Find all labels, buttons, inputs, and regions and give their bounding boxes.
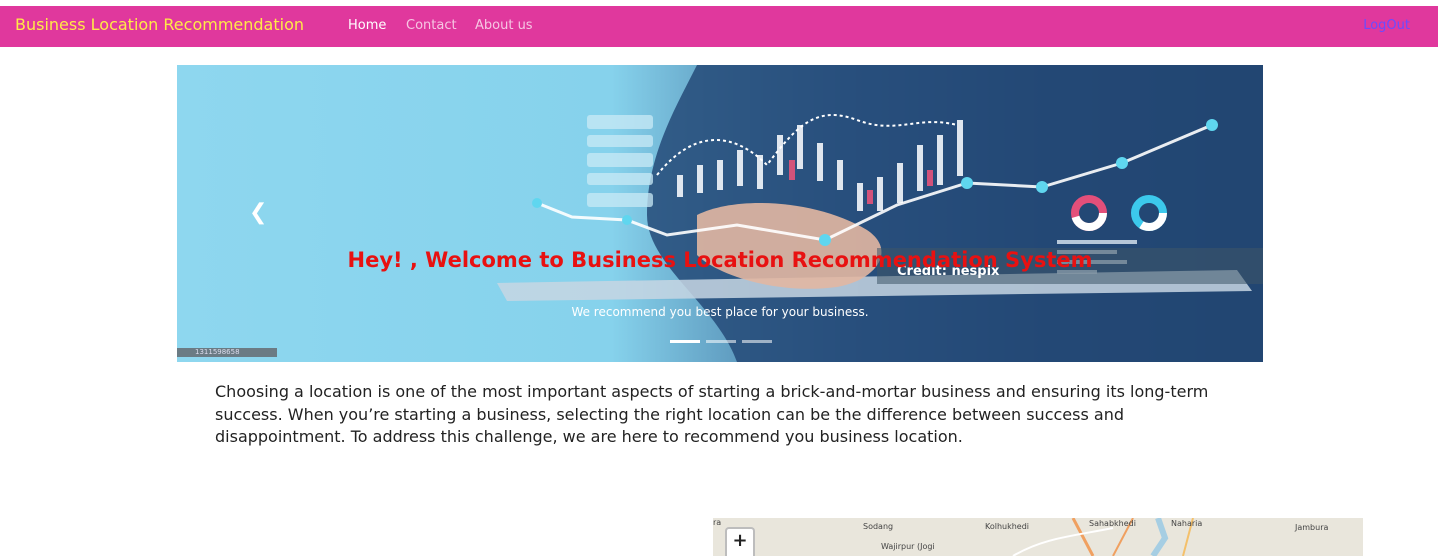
carousel-indicator-3[interactable] <box>742 340 772 343</box>
map-label: Jambura <box>1295 523 1329 532</box>
brand-title[interactable]: Business Location Recommendation <box>15 15 304 34</box>
carousel-caption-subtitle: We recommend you best place for your bus… <box>571 305 869 319</box>
map-label: Sodang <box>863 522 894 531</box>
intro-paragraph: Choosing a location is one of the most i… <box>215 382 1209 446</box>
nav-link-home[interactable]: Home <box>348 18 386 33</box>
stock-image-id: 1311598658 <box>177 348 277 357</box>
chevron-left-icon[interactable]: ❮ <box>249 202 269 224</box>
carousel-caption-title: Hey! , Welcome to Business Location Reco… <box>347 248 1093 272</box>
nav-link-about[interactable]: About us <box>475 18 533 33</box>
carousel-indicator-1[interactable] <box>670 340 700 343</box>
carousel-indicators <box>670 340 772 343</box>
map-label: Sahabkhedi <box>1089 519 1136 528</box>
zoom-in-button[interactable]: + <box>725 527 755 556</box>
map-roads <box>1012 518 1194 556</box>
navbar: Business Location Recommendation Home Co… <box>0 6 1438 47</box>
map-label: Wajirpur (Jogi <box>881 542 935 551</box>
nav-link-contact[interactable]: Contact <box>406 18 457 33</box>
map-label: Kolhukhedi <box>985 522 1030 531</box>
location-map[interactable]: ra Sodang Kolhukhedi Sahabkhedi Naharia … <box>713 518 1363 556</box>
map-label: Naharia <box>1171 519 1203 528</box>
carousel-indicator-2[interactable] <box>706 340 736 343</box>
map-label: ra <box>713 518 722 527</box>
logout-link[interactable]: LogOut <box>1363 18 1410 33</box>
hero-carousel: ❮ Credit: nespix Hey! , Welcome to Busin… <box>177 65 1263 362</box>
